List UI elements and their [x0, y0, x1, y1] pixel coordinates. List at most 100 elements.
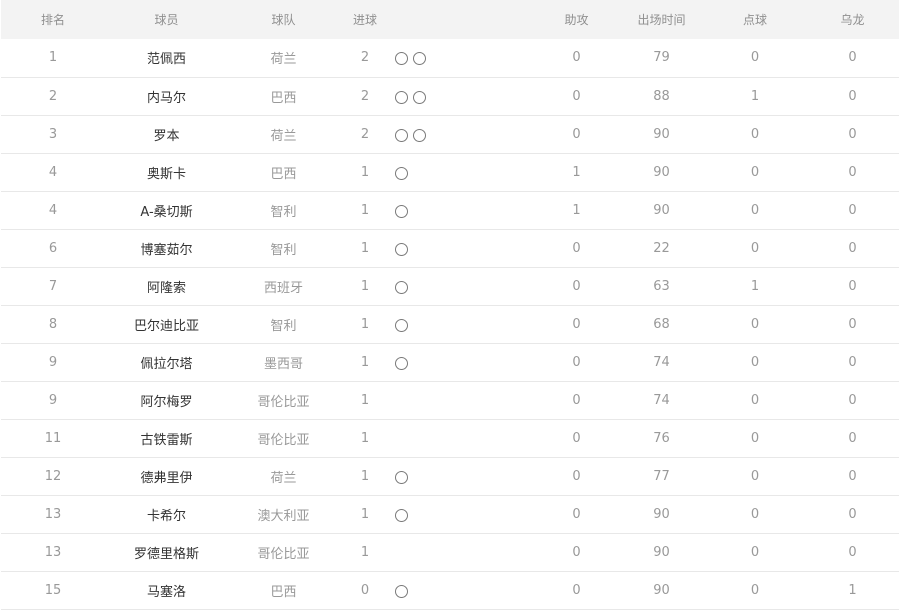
soccer-ball-icon [395, 318, 408, 332]
penalties-cell: 0 [704, 39, 806, 78]
rank-cell: 13 [1, 495, 105, 534]
team-name[interactable]: 澳大利亚 [228, 495, 339, 534]
player-name[interactable]: 奥斯卡 [105, 153, 228, 192]
goal-icons [391, 468, 413, 485]
team-name[interactable]: 西班牙 [228, 267, 339, 306]
table-row: 4 奥斯卡 巴西 1 1 90 0 0 [1, 153, 899, 192]
assists-cell: 0 [534, 39, 619, 78]
team-name[interactable]: 荷兰 [228, 39, 339, 78]
table-row: 3 罗本 荷兰 2 0 90 0 0 [1, 115, 899, 154]
table-row: 7 阿隆索 西班牙 1 0 63 1 0 [1, 267, 899, 306]
assists-cell: 0 [534, 533, 619, 572]
own-goals-cell: 0 [806, 153, 899, 192]
table-row: 1 范佩西 荷兰 2 0 79 0 0 [1, 39, 899, 78]
goal-icons [391, 278, 413, 295]
assists-cell: 1 [534, 191, 619, 230]
header-goals[interactable]: 进球 [339, 0, 391, 39]
soccer-ball-icon [395, 90, 408, 104]
player-name[interactable]: 罗本 [105, 115, 228, 154]
team-name[interactable]: 哥伦比亚 [228, 533, 339, 572]
player-name[interactable]: 卡希尔 [105, 495, 228, 534]
goal-icons [391, 582, 413, 599]
header-player[interactable]: 球员 [105, 0, 228, 39]
goals-cell: 1 [339, 267, 391, 306]
table-row: 4 A-桑切斯 智利 1 1 90 0 0 [1, 191, 899, 230]
team-name[interactable]: 智利 [228, 229, 339, 268]
goal-icons [391, 402, 395, 404]
header-own-goals[interactable]: 乌龙 [806, 0, 899, 39]
rank-cell: 4 [1, 153, 105, 192]
header-rank[interactable]: 排名 [1, 0, 105, 39]
rank-cell: 4 [1, 191, 105, 230]
player-name[interactable]: 马塞洛 [105, 571, 228, 610]
rank-cell: 2 [1, 77, 105, 116]
own-goals-cell: 0 [806, 229, 899, 268]
player-name[interactable]: 罗德里格斯 [105, 533, 228, 572]
goal-icons-cell [391, 457, 534, 496]
player-name[interactable]: 范佩西 [105, 39, 228, 78]
team-name[interactable]: 智利 [228, 191, 339, 230]
rank-cell: 6 [1, 229, 105, 268]
table-row: 8 巴尔迪比亚 智利 1 0 68 0 0 [1, 305, 899, 344]
minutes-cell: 79 [619, 39, 704, 78]
soccer-ball-icon [395, 204, 408, 218]
team-name[interactable]: 墨西哥 [228, 343, 339, 382]
goals-cell: 1 [339, 343, 391, 382]
goal-icons-cell [391, 343, 534, 382]
goal-icons [391, 240, 413, 257]
team-name[interactable]: 荷兰 [228, 457, 339, 496]
soccer-ball-icon [413, 90, 426, 104]
player-name[interactable]: 古铁雷斯 [105, 419, 228, 458]
goals-cell: 1 [339, 153, 391, 192]
team-name[interactable]: 智利 [228, 305, 339, 344]
goals-cell: 1 [339, 381, 391, 420]
penalties-cell: 1 [704, 77, 806, 116]
minutes-cell: 90 [619, 533, 704, 572]
table-row: 11 古铁雷斯 哥伦比亚 1 0 76 0 0 [1, 419, 899, 458]
rank-cell: 8 [1, 305, 105, 344]
player-name[interactable]: 德弗里伊 [105, 457, 228, 496]
assists-cell: 0 [534, 381, 619, 420]
goal-icons-cell [391, 571, 534, 610]
table-row: 2 内马尔 巴西 2 0 88 1 0 [1, 77, 899, 116]
goal-icons-cell [391, 39, 534, 78]
goal-icons [391, 88, 431, 105]
player-name[interactable]: 巴尔迪比亚 [105, 305, 228, 344]
own-goals-cell: 1 [806, 571, 899, 610]
soccer-ball-icon [395, 52, 408, 66]
soccer-ball-icon [395, 280, 408, 294]
rank-cell: 13 [1, 533, 105, 572]
player-name[interactable]: 阿隆索 [105, 267, 228, 306]
penalties-cell: 0 [704, 381, 806, 420]
goal-icons [391, 202, 413, 219]
table-body: 1 范佩西 荷兰 2 0 79 0 0 2 内马尔 巴西 2 0 88 1 0 3 罗本 荷兰 2 0 90 0 0 4 奥斯卡巴… [1, 39, 899, 610]
header-assists[interactable]: 助攻 [534, 0, 619, 39]
team-name[interactable]: 巴西 [228, 153, 339, 192]
player-name[interactable]: 博塞茹尔 [105, 229, 228, 268]
goals-cell: 1 [339, 191, 391, 230]
goals-cell: 1 [339, 419, 391, 458]
header-minutes[interactable]: 出场时间 [619, 0, 704, 39]
penalties-cell: 0 [704, 229, 806, 268]
goal-icons [391, 440, 395, 442]
team-name[interactable]: 哥伦比亚 [228, 419, 339, 458]
goal-icons-cell [391, 305, 534, 344]
goals-cell: 2 [339, 39, 391, 78]
player-name[interactable]: 内马尔 [105, 77, 228, 116]
header-team[interactable]: 球队 [228, 0, 339, 39]
player-name[interactable]: 阿尔梅罗 [105, 381, 228, 420]
goals-cell: 1 [339, 533, 391, 572]
team-name[interactable]: 巴西 [228, 77, 339, 116]
goal-icons [391, 506, 413, 523]
goal-icons-cell [391, 191, 534, 230]
team-name[interactable]: 巴西 [228, 571, 339, 610]
table-row: 12 德弗里伊 荷兰 1 0 77 0 0 [1, 457, 899, 496]
team-name[interactable]: 哥伦比亚 [228, 381, 339, 420]
player-name[interactable]: 佩拉尔塔 [105, 343, 228, 382]
own-goals-cell: 0 [806, 39, 899, 78]
header-penalties[interactable]: 点球 [704, 0, 806, 39]
soccer-ball-icon [395, 508, 408, 522]
team-name[interactable]: 荷兰 [228, 115, 339, 154]
soccer-ball-icon [395, 356, 408, 370]
player-name[interactable]: A-桑切斯 [105, 191, 228, 230]
